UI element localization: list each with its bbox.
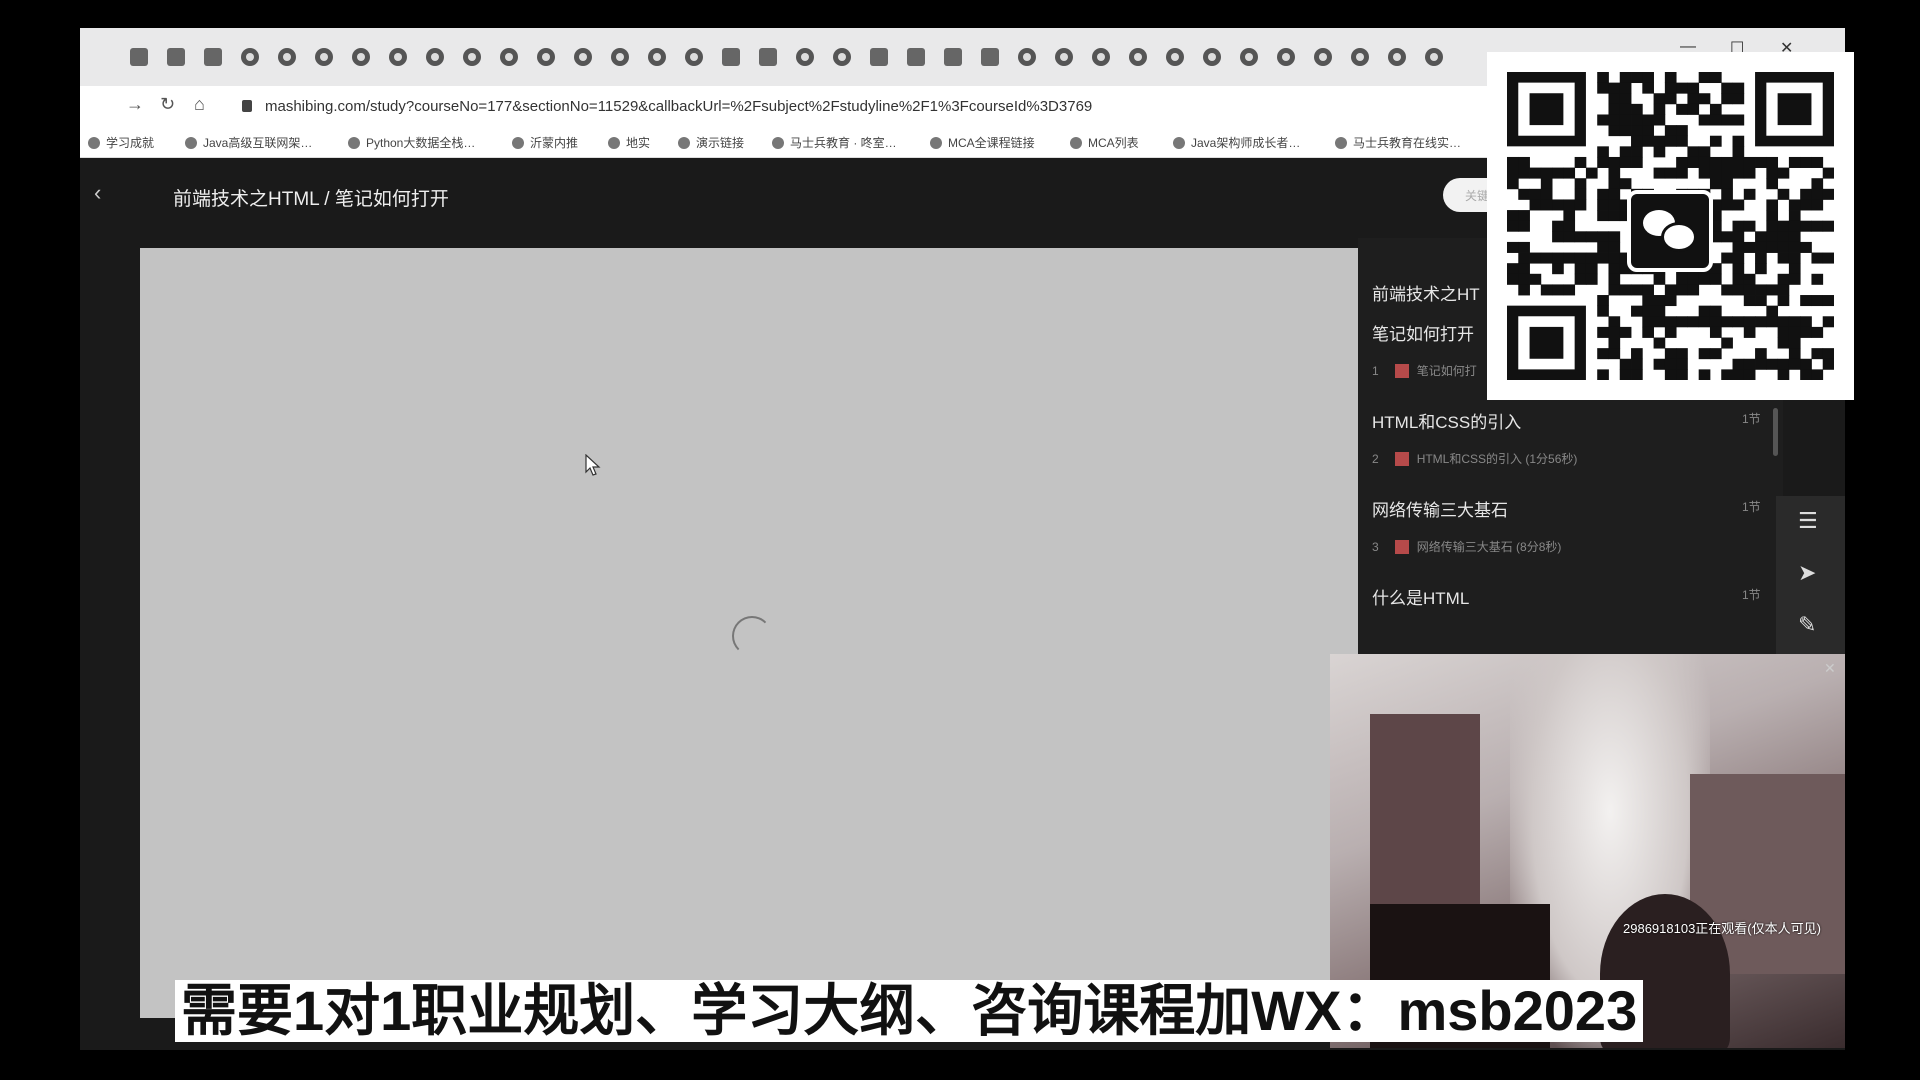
browser-tab[interactable] [574,48,592,66]
bookmark-icon [512,137,524,149]
bookmark-item[interactable]: Java架构师成长者… [1173,134,1300,151]
bookmark-icon [608,137,620,149]
chapter-title[interactable]: HTML和CSS的引入 [1372,408,1521,433]
bookmark-icon [88,137,100,149]
browser-tab[interactable] [870,48,888,66]
bookmark-icon [772,137,784,149]
browser-tab[interactable] [1277,48,1295,66]
browser-tab[interactable] [1092,48,1110,66]
back-icon[interactable]: ‹ [94,180,101,206]
bookmark-item[interactable]: 沂蒙内推 [512,134,578,151]
chapter-title[interactable]: 网络传输三大基石 [1372,496,1508,521]
browser-tab[interactable] [1388,48,1406,66]
chapter-count: 1节 [1742,500,1761,514]
forward-icon[interactable]: → [126,94,144,115]
browser-tab[interactable] [204,48,222,66]
url-field[interactable]: mashibing.com/study?courseNo=177&section… [265,98,1092,115]
browser-tab[interactable] [1314,48,1332,66]
browser-tab[interactable] [685,48,703,66]
browser-tab[interactable] [315,48,333,66]
browser-tab[interactable] [1203,48,1221,66]
bookmark-item[interactable]: MCA全课程链接 [930,134,1035,151]
browser-tab[interactable] [1129,48,1147,66]
video-icon [1394,452,1409,466]
chapter-title[interactable]: 什么是HTML [1372,584,1469,609]
video-icon [1394,364,1409,378]
lesson-item[interactable]: 3 网络传输三大基石 (8分8秒) [1372,538,1561,555]
browser-tab[interactable] [426,48,444,66]
bookmark-item[interactable]: 演示链接 [678,134,744,151]
bookmark-item[interactable]: MCA列表 [1070,134,1139,151]
wechat-qr-code [1487,52,1854,400]
chapter-title[interactable]: 笔记如何打开 [1372,320,1474,345]
browser-tab[interactable] [1055,48,1073,66]
bookmark-icon [1070,137,1082,149]
browser-tab[interactable] [1351,48,1369,66]
course-name: 前端技术之HT [1372,285,1480,304]
browser-tab[interactable] [463,48,481,66]
browser-tab[interactable] [278,48,296,66]
bookmark-icon [185,137,197,149]
browser-tab[interactable] [833,48,851,66]
browser-tab[interactable] [648,48,666,66]
chapter-scrollbar[interactable] [1773,408,1778,456]
lesson-item[interactable]: 2 HTML和CSS的引入 (1分56秒) [1372,450,1577,467]
browser-tab[interactable] [907,48,925,66]
video-icon [1394,540,1409,554]
browser-tab[interactable] [500,48,518,66]
caption-text: 需要1对1职业规划、学习大纲、咨询课程加WX：msb2023 [175,980,1644,1042]
lesson-item[interactable]: 1 笔记如何打 [1372,362,1477,379]
browser-tab[interactable] [1018,48,1036,66]
home-icon[interactable]: ⌂ [194,94,205,115]
browser-tab[interactable] [537,48,555,66]
list-icon[interactable]: ☰ [1798,508,1818,534]
browser-tab[interactable] [981,48,999,66]
send-icon[interactable]: ➤ [1798,560,1816,586]
browser-tab[interactable] [944,48,962,66]
reload-icon[interactable]: ↻ [160,94,175,115]
bookmark-icon [348,137,360,149]
browser-tab[interactable] [1166,48,1184,66]
browser-tab[interactable] [389,48,407,66]
browser-tab[interactable] [796,48,814,66]
page-breadcrumb: 前端技术之HTML / 笔记如何打开 [173,189,449,210]
close-icon[interactable]: ✕ [1824,660,1836,677]
viewer-notice: 2986918103正在观看(仅本人可见) [1623,921,1821,936]
bookmark-item[interactable]: 马士兵教育 · 咚室… [772,134,897,151]
browser-tab[interactable] [611,48,629,66]
search-placeholder: 关键 [1465,189,1490,203]
wechat-icon [1627,190,1713,272]
edit-icon[interactable]: ✎ [1798,612,1816,638]
bookmark-icon [930,137,942,149]
video-player[interactable] [140,248,1358,1018]
browser-tab[interactable] [1425,48,1443,66]
browser-tab[interactable] [130,48,148,66]
browser-tab[interactable] [759,48,777,66]
bookmark-item[interactable]: 学习成就 [88,134,154,151]
browser-tab[interactable] [1240,48,1258,66]
bookmark-item[interactable]: Python大数据全栈… [348,134,475,151]
browser-tab[interactable] [167,48,185,66]
chapter-count: 1节 [1742,588,1761,602]
chapter-count: 1节 [1742,412,1761,426]
browser-tab[interactable] [352,48,370,66]
bookmark-icon [678,137,690,149]
browser-tab[interactable] [241,48,259,66]
bookmark-icon [1173,137,1185,149]
bookmark-icon [1335,137,1347,149]
promo-caption: 需要1对1职业规划、学习大纲、咨询课程加WX：msb2023 [175,980,1750,1042]
browser-tab[interactable] [722,48,740,66]
lock-icon [242,100,252,112]
loading-spinner-icon [732,616,772,656]
bookmark-item[interactable]: Java高级互联网架… [185,134,312,151]
bookmark-item[interactable]: 地实 [608,134,650,151]
bookmark-item[interactable]: 马士兵教育在线实… [1335,134,1461,151]
